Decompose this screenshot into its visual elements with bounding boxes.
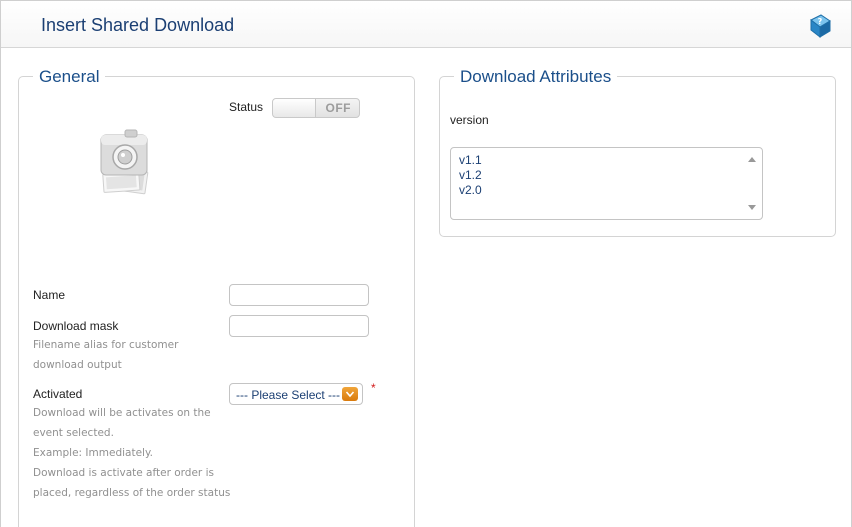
dialog-title: Insert Shared Download: [41, 15, 235, 35]
dialog-window: Insert Shared Download ? General Status …: [0, 0, 852, 527]
name-label: Name: [33, 288, 66, 302]
camera-photo-icon: [95, 127, 155, 197]
activated-label: Activated: [33, 387, 83, 401]
status-label: Status: [229, 100, 264, 114]
activated-example-detail: Download is activate after order is plac…: [33, 467, 231, 499]
toggle-knob: [273, 99, 316, 117]
version-listbox[interactable]: v1.1 v1.2 v2.0: [450, 147, 763, 220]
chevron-down-icon[interactable]: [342, 387, 358, 401]
activated-help: Download will be activates on the event …: [33, 407, 211, 439]
listbox-scrollbar[interactable]: [744, 151, 759, 216]
activated-example: Example: Immediately.: [33, 447, 154, 459]
activated-select[interactable]: --- Please Select ---: [229, 383, 363, 405]
download-attributes-panel: Download Attributes version v1.1 v1.2 v2…: [439, 67, 836, 237]
help-book-icon[interactable]: ?: [807, 13, 833, 39]
version-label: version: [450, 113, 489, 127]
version-option[interactable]: v1.2: [459, 168, 482, 183]
svg-text:?: ?: [818, 17, 823, 26]
status-toggle[interactable]: OFF: [272, 98, 360, 118]
general-legend: General: [33, 67, 106, 87]
general-panel: General Status OFF Name Download mask Fi…: [18, 67, 415, 527]
name-input[interactable]: [229, 284, 369, 306]
download-mask-help: Filename alias for customer download out…: [33, 339, 179, 371]
download-mask-input[interactable]: [229, 315, 369, 337]
scroll-up-icon[interactable]: [748, 157, 756, 162]
scroll-down-icon[interactable]: [748, 205, 756, 210]
version-option[interactable]: v2.0: [459, 183, 482, 198]
version-list: v1.1 v1.2 v2.0: [459, 153, 482, 198]
download-attributes-legend: Download Attributes: [454, 67, 618, 87]
download-mask-label: Download mask: [33, 319, 119, 333]
toggle-state-text: OFF: [325, 101, 351, 115]
version-option[interactable]: v1.1: [459, 153, 482, 168]
activated-select-value: --- Please Select ---: [236, 388, 341, 402]
dialog-header: Insert Shared Download ?: [1, 1, 851, 48]
required-asterisk: *: [371, 381, 376, 395]
